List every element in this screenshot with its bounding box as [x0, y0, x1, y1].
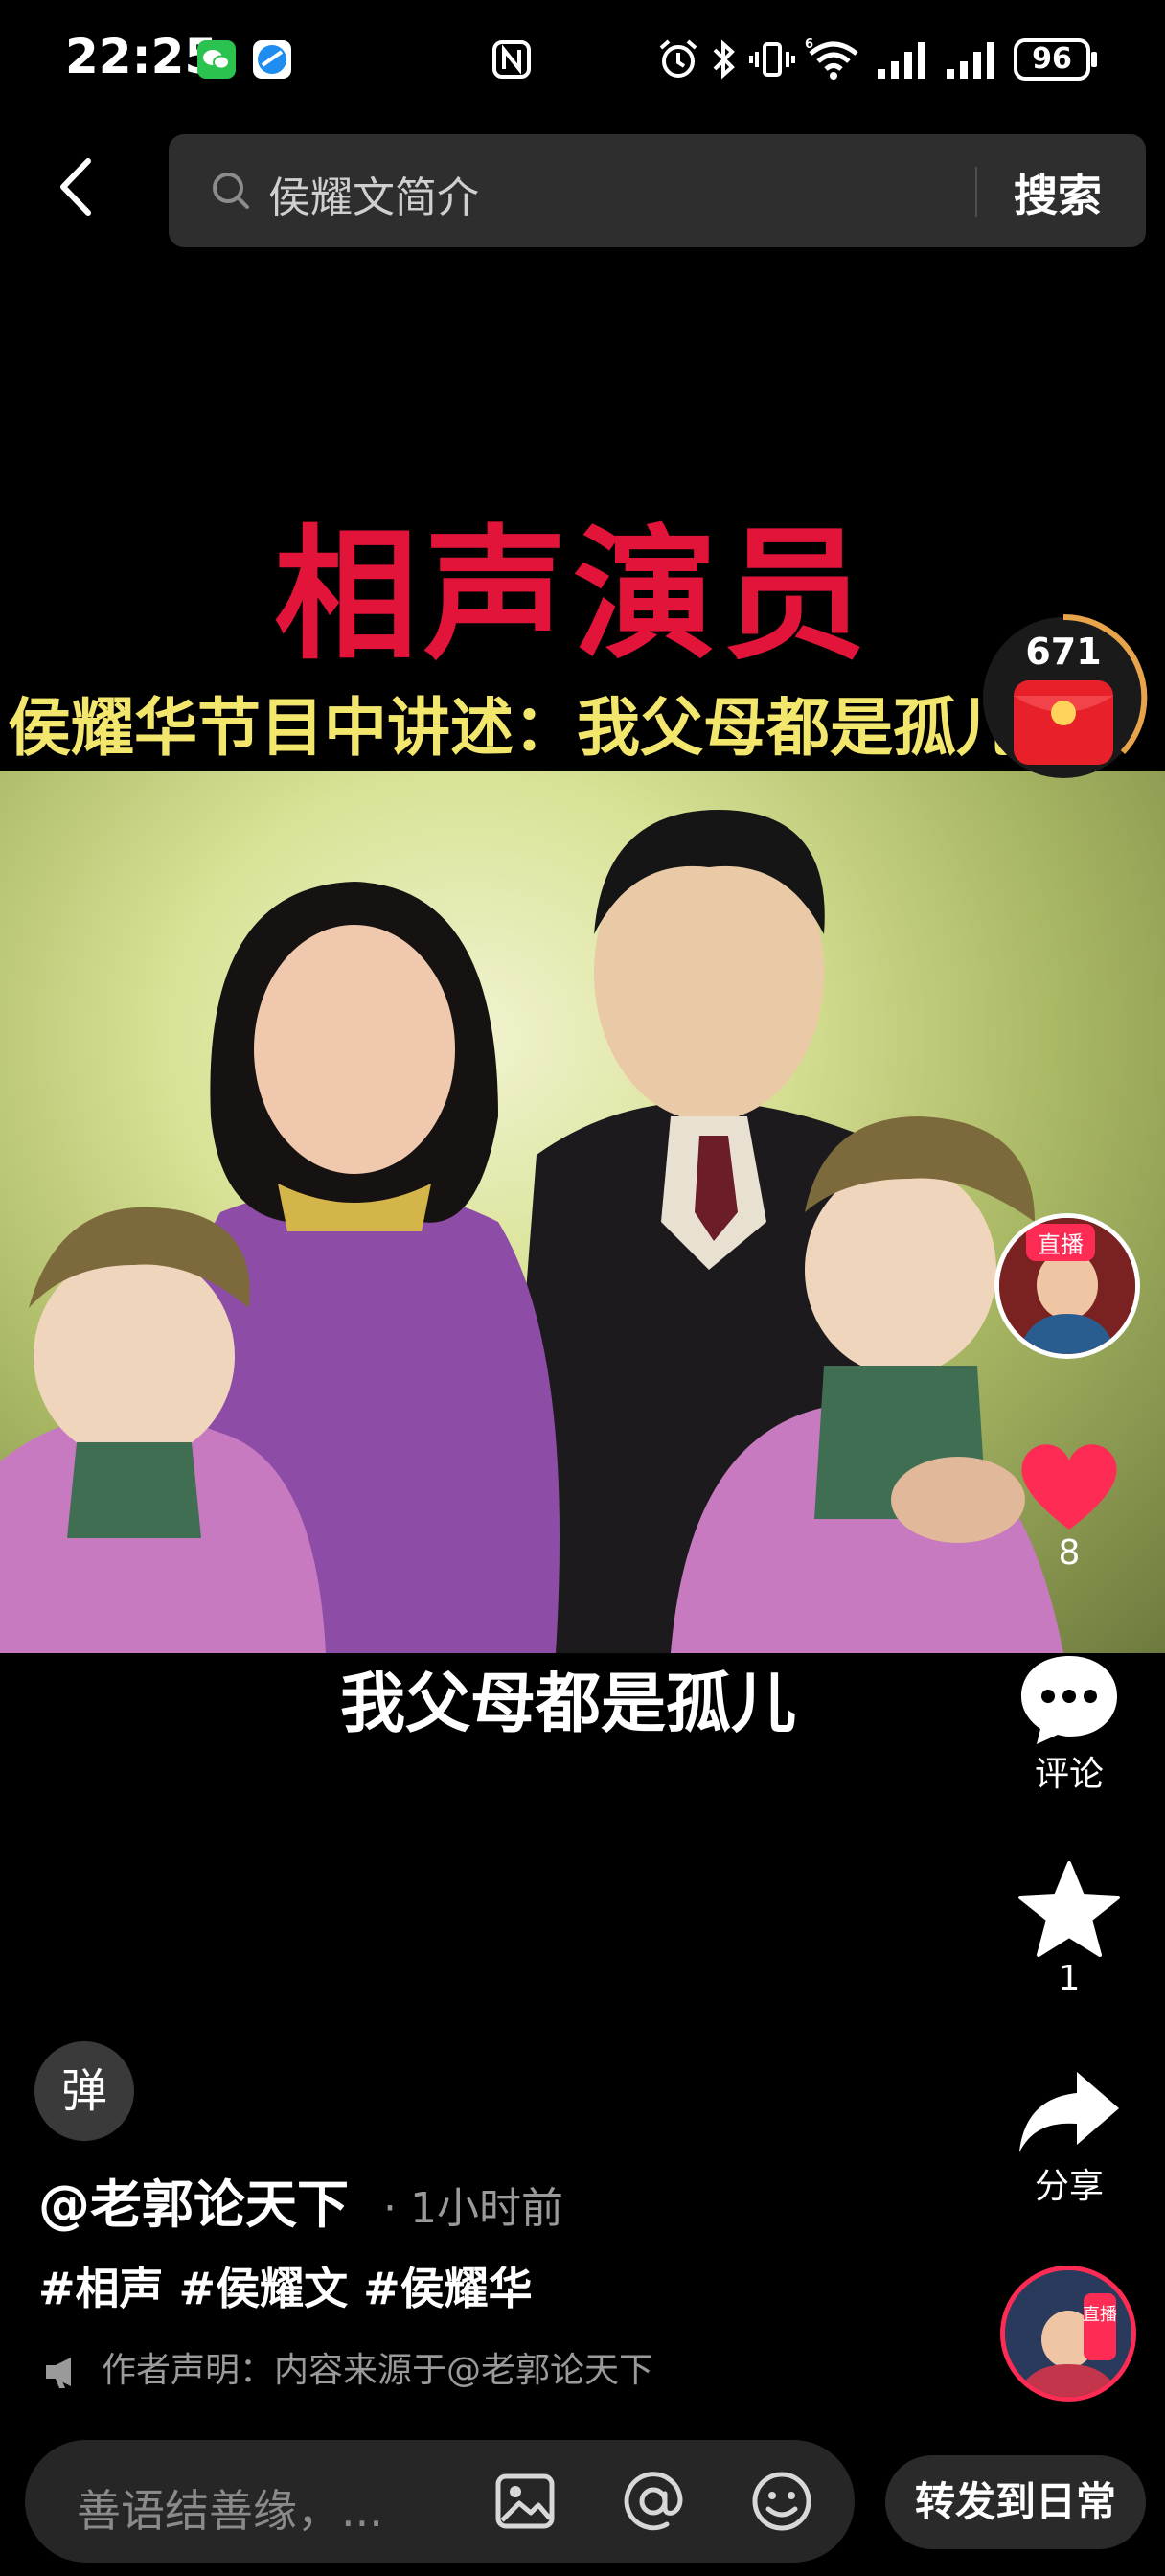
- hashtags[interactable]: #相声 #侯耀文 #侯耀华: [38, 2254, 533, 2317]
- status-time: 22:25: [65, 29, 218, 84]
- comment-label: 评论: [1034, 1755, 1104, 1794]
- browser-icon: [253, 40, 291, 79]
- video-subtitle: 我父母都是孤儿: [339, 1667, 796, 1742]
- megaphone-icon: [46, 2358, 71, 2388]
- creator-live-avatar[interactable]: 直播: [994, 1213, 1140, 1359]
- comment-action[interactable]: 评论: [993, 1650, 1146, 1796]
- share-arrow-icon: [1019, 2072, 1119, 2152]
- video-frame-photo[interactable]: [0, 771, 1165, 1653]
- live-badge: 直播: [1026, 1224, 1095, 1261]
- author-name[interactable]: @老郭论天下: [38, 2162, 349, 2238]
- author-statement: 作者声明：内容来源于@老郭论天下: [42, 2342, 653, 2392]
- battery-indicator: 96: [1014, 38, 1097, 80]
- mention-icon[interactable]: [621, 2469, 686, 2534]
- image-picker-icon[interactable]: [492, 2469, 558, 2534]
- svg-text:6: 6: [805, 37, 813, 52]
- author-statement-text: 作者声明：内容来源于@老郭论天下: [102, 2351, 654, 2390]
- live-room-avatar[interactable]: 直播: [1000, 2266, 1136, 2402]
- nfc-icon: [492, 40, 531, 79]
- comment-placeholder[interactable]: 善语结善缘，...: [77, 2476, 383, 2540]
- like-count: 8: [1058, 1533, 1081, 1573]
- emoji-icon[interactable]: [749, 2469, 814, 2534]
- star-icon: [1018, 1861, 1120, 1957]
- search-query[interactable]: 侯耀文简介: [268, 163, 479, 224]
- danmu-toggle-button[interactable]: 弹: [34, 2041, 134, 2141]
- search-bar[interactable]: 侯耀文简介 搜索: [169, 134, 1146, 247]
- status-bar: 22:25 6 96: [0, 0, 1165, 115]
- red-packet-timer[interactable]: 671: [979, 613, 1148, 782]
- battery-level: 96: [1032, 42, 1072, 76]
- wechat-icon: [197, 40, 236, 79]
- red-packet-count: 671: [1025, 631, 1102, 673]
- family-photo-illustration: [0, 810, 1063, 1653]
- back-arrow-icon[interactable]: [48, 153, 115, 220]
- search-button[interactable]: 搜索: [1014, 161, 1102, 224]
- vibrate-icon: [749, 42, 795, 77]
- favorite-action[interactable]: 1: [993, 1859, 1146, 1998]
- alarm-icon: [659, 39, 697, 78]
- forward-to-daily-button[interactable]: 转发到日常: [885, 2455, 1146, 2549]
- like-action[interactable]: 8: [993, 1438, 1146, 1573]
- live-room-image: 直播: [1005, 2270, 1131, 2397]
- favorite-count: 1: [1058, 1959, 1081, 1998]
- share-action[interactable]: 分享: [993, 2066, 1146, 2208]
- post-time: · 1小时前: [383, 2184, 563, 2233]
- search-icon: [213, 172, 249, 209]
- wifi-icon: 6: [805, 37, 858, 80]
- search-divider: [975, 167, 977, 217]
- bluetooth-icon: [713, 39, 735, 80]
- live-room-tag: 直播: [1083, 2305, 1117, 2325]
- heart-icon: [1021, 1444, 1117, 1530]
- signal-icon-2: [947, 42, 994, 79]
- comment-bubble-icon: [1021, 1656, 1117, 1744]
- signal-icon-1: [878, 42, 925, 79]
- comment-input-bar[interactable]: 善语结善缘，...: [25, 2440, 855, 2563]
- share-label: 分享: [1034, 2167, 1104, 2206]
- video-title-yellow: 侯耀华节目中讲述：我父母都是孤儿: [8, 691, 1019, 765]
